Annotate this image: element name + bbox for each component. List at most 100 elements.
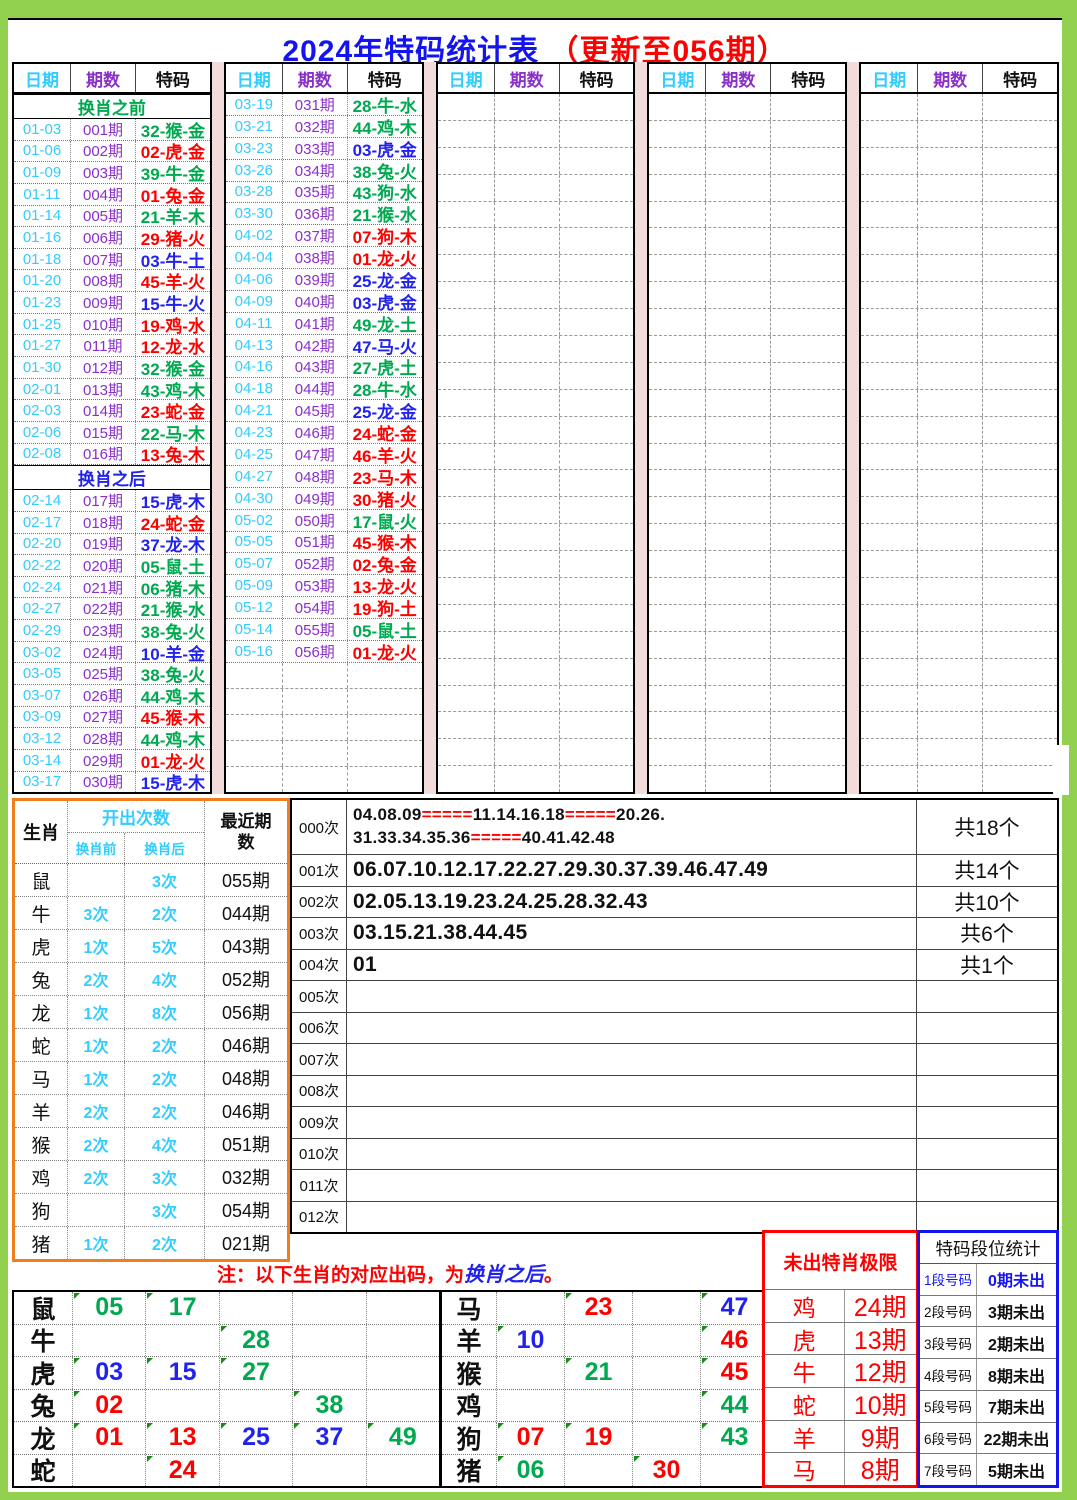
empty-cell (493, 94, 559, 120)
empty-cell (770, 174, 845, 201)
empty-cell (649, 94, 705, 120)
empty-row (861, 631, 1057, 659)
code-cell: 23-蛇-金 (135, 400, 210, 422)
empty-cell (770, 739, 845, 766)
number-cell: 19 (564, 1422, 632, 1454)
draw-row: 01-09 003期 39-牛-金 (14, 162, 210, 184)
zodiac-number-row: 猪 06 30 (442, 1454, 768, 1486)
period-cell: 031期 (281, 94, 347, 115)
date-cell: 04-18 (234, 380, 273, 398)
draw-row: 03-26 034期 38-兔-火 (225, 159, 422, 182)
zodiac-stats-row: 虎 1次 5次 043期 (15, 930, 287, 963)
number-list-segment: 04.08.09 (353, 805, 422, 825)
date-cell: 02-22 (22, 556, 62, 574)
freq-count-label: 005次 (292, 981, 347, 1012)
empty-cell (493, 685, 559, 712)
empty-row (437, 174, 634, 202)
before-count: 2次 (67, 963, 124, 995)
empty-row (649, 739, 846, 767)
empty-cell (770, 282, 845, 309)
empty-cell (649, 739, 705, 765)
recent-period: 046期 (204, 1095, 287, 1127)
before-count: 2次 (67, 1128, 124, 1160)
date-cell: 05-05 (234, 533, 273, 551)
draw-row: 03-28 035期 43-狗-水 (225, 181, 422, 203)
empty-cell (558, 712, 634, 739)
number-cell (632, 1422, 700, 1454)
draw-row: 04-11 041期 49-龙-土 (225, 312, 422, 335)
empty-cell (226, 663, 282, 688)
draw-row: 01-16 006期 29-猪-火 (14, 227, 210, 249)
recent-period: 052期 (204, 963, 287, 995)
number-cell (496, 1357, 564, 1389)
period-cell: 026期 (70, 685, 135, 706)
freq-row: 003次 03.15.21.38.44.45 共6个 (292, 918, 1057, 950)
empty-cell (558, 551, 634, 578)
segment-label: 3段号码 (920, 1327, 977, 1359)
empty-row (437, 443, 634, 471)
lottery-stats-sheet: 2024年特码统计表 （更新至056期） 日期 期数 特码 换肖之前 01-03… (0, 0, 1077, 1500)
empty-cell (558, 497, 634, 524)
limit-row: 蛇 10期 (765, 1388, 916, 1421)
after-count: 8次 (124, 996, 204, 1028)
number-cell (564, 1389, 632, 1421)
empty-row (649, 201, 846, 229)
empty-row (649, 282, 846, 310)
date-cell: 01-18 (22, 250, 62, 268)
empty-row (861, 120, 1057, 148)
empty-cell (770, 255, 845, 282)
period-cell: 036期 (281, 203, 347, 225)
freq-row: 006次 (292, 1012, 1057, 1044)
draw-row: 02-22 020期 05-鼠-土 (14, 555, 210, 577)
freq-row: 002次 02.05.13.19.23.24.25.28.32.43 共10个 (292, 886, 1057, 918)
period-column-header: 期数 (918, 64, 984, 92)
freq-count-label: 009次 (292, 1107, 347, 1138)
empty-cell (917, 685, 982, 712)
empty-cell (346, 740, 422, 766)
table-header: 日期 期数 特码 (437, 64, 634, 94)
period-cell: 030期 (70, 771, 135, 793)
zodiac-stats-row: 羊 2次 2次 046期 (15, 1095, 287, 1128)
empty-cell (558, 120, 634, 147)
empty-cell (649, 686, 705, 712)
empty-cell (558, 228, 634, 255)
after-count: 2次 (124, 897, 204, 929)
number-cell: 02 (72, 1389, 145, 1421)
recent-period: 048期 (204, 1062, 287, 1094)
empty-row (861, 309, 1057, 337)
number-cell (145, 1324, 218, 1356)
date-cell: 03-12 (22, 730, 62, 748)
period-cell: 004期 (70, 183, 135, 205)
empty-cell (861, 524, 917, 550)
empty-row (861, 255, 1057, 283)
zodiac-name: 兔 (31, 970, 51, 992)
code-column-header: 特码 (1003, 70, 1038, 90)
empty-cell (493, 389, 559, 416)
recent-period: 056期 (204, 996, 287, 1028)
empty-row (861, 766, 1057, 793)
empty-cell (917, 578, 982, 604)
empty-cell (438, 175, 494, 201)
period-cell: 046期 (281, 422, 347, 443)
after-count: 3次 (124, 1161, 204, 1193)
code-cell: 49-龙-土 (346, 312, 422, 335)
empty-cell (982, 255, 1057, 282)
empty-cell (770, 766, 845, 793)
empty-cell (861, 739, 917, 765)
date-cell: 05-12 (234, 599, 273, 617)
draw-row: 03-19 031期 28-牛-水 (225, 94, 422, 116)
zodiac-number-table-right: 马 23 47 羊 10 46 猴 21 45 鸡 44 狗 07 19 43 … (439, 1290, 770, 1488)
code-cell: 17-鼠-火 (346, 509, 422, 532)
empty-cell (917, 712, 982, 739)
draw-row: 02-29 023期 38-兔-火 (14, 620, 210, 642)
number-list-segment: ===== (421, 805, 473, 825)
code-cell: 19-狗-土 (346, 597, 422, 619)
empty-cell (438, 766, 494, 792)
table-header: 日期 期数 特码 (14, 64, 210, 94)
limit-row: 鸡 24期 (765, 1290, 916, 1323)
draw-row: 01-11 004期 01-兔-金 (14, 183, 210, 206)
empty-row (861, 604, 1057, 632)
recent-period: 046期 (204, 1029, 287, 1061)
segment-label: 1段号码 (920, 1264, 977, 1295)
period-table-1-body: 换肖之前 01-03 001期 32-猴-金 01-06 002期 02-虎-金 (14, 94, 210, 793)
